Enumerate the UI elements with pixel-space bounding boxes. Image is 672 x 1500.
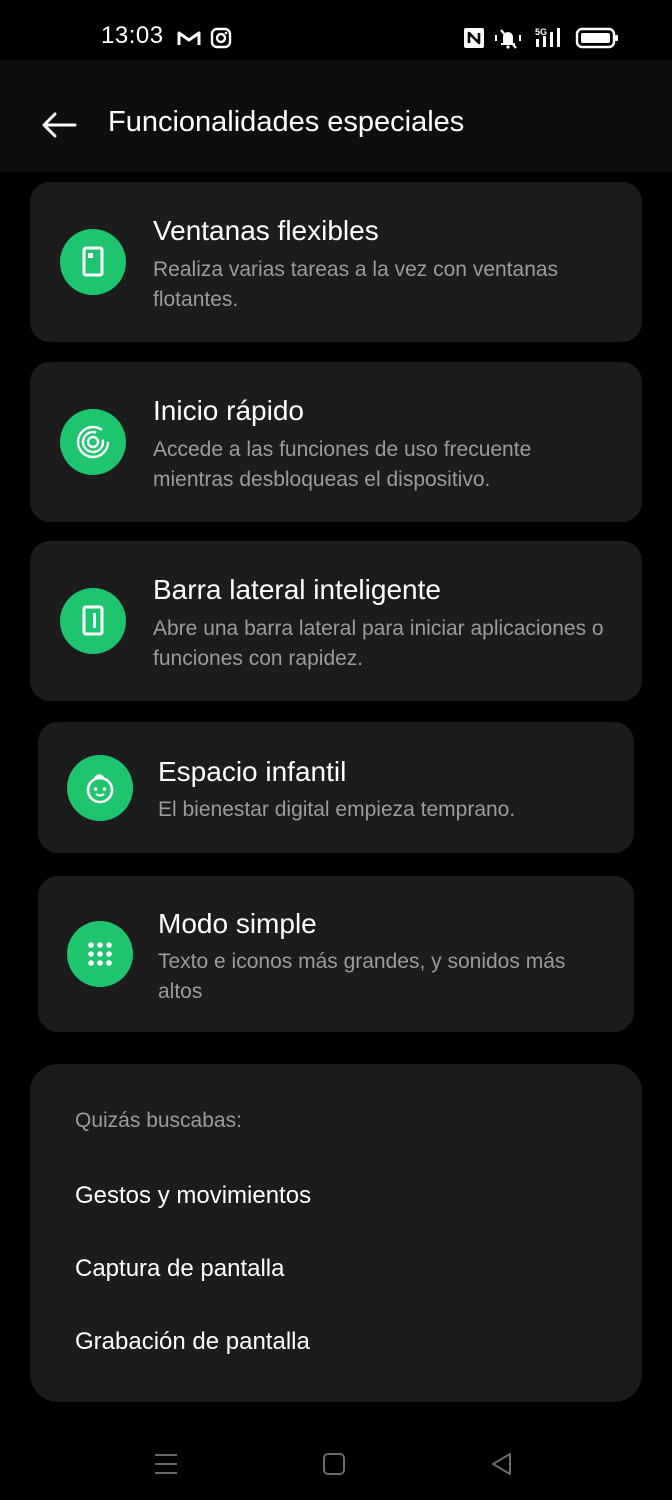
sidebar-icon bbox=[60, 588, 126, 654]
feature-desc-line: Abre una barra lateral para iniciar apli… bbox=[153, 617, 604, 640]
flexible-window-icon bbox=[60, 229, 126, 295]
feature-title: Inicio rápido bbox=[153, 395, 304, 426]
navigation-bar bbox=[0, 1420, 672, 1500]
feature-card-espacio-infantil[interactable]: Espacio infantil El bienestar digital em… bbox=[38, 722, 634, 853]
battery-icon bbox=[575, 27, 618, 49]
suggestions-header: Quizás buscabas: bbox=[75, 1109, 242, 1132]
svg-text:5G: 5G bbox=[535, 27, 547, 37]
instagram-icon bbox=[210, 27, 232, 49]
status-bar: 13:03 5G bbox=[0, 0, 672, 60]
page-title: Funcionalidades especiales bbox=[108, 106, 465, 138]
back-triangle-icon bbox=[492, 1453, 511, 1475]
screen: 13:03 5G Funcionalidades especiales Vent… bbox=[0, 0, 672, 1500]
vibrate-mute-icon bbox=[495, 29, 521, 49]
menu-icon bbox=[155, 1454, 177, 1474]
feature-card-ventanas-flexibles[interactable]: Ventanas flexibles Realiza varias tareas… bbox=[30, 182, 642, 342]
feature-desc-line: Texto e iconos más grandes, y sonidos má… bbox=[158, 950, 566, 973]
feature-card-modo-simple[interactable]: Modo simple Texto e iconos más grandes, … bbox=[38, 876, 634, 1032]
app-bar: Funcionalidades especiales bbox=[0, 60, 672, 172]
feature-card-inicio-rapido[interactable]: Inicio rápido Accede a las funciones de … bbox=[30, 362, 642, 522]
signal-5g-icon: 5G bbox=[535, 27, 560, 47]
grid-dots-icon bbox=[67, 921, 133, 987]
suggestions-card: Quizás buscabas: Gestos y movimientos Ca… bbox=[30, 1064, 642, 1402]
feature-desc-line: altos bbox=[158, 980, 203, 1003]
feature-title: Ventanas flexibles bbox=[153, 215, 379, 246]
feature-desc-line: funciones con rapidez. bbox=[153, 647, 364, 670]
recent-apps-button[interactable] bbox=[146, 1444, 186, 1484]
back-arrow-icon bbox=[42, 112, 77, 138]
feature-desc-line: Realiza varias tareas a la vez con venta… bbox=[153, 258, 559, 281]
feature-desc-line: El bienestar digital empieza temprano. bbox=[158, 798, 516, 821]
home-button[interactable] bbox=[314, 1444, 354, 1484]
feature-title: Modo simple bbox=[158, 908, 317, 939]
fingerprint-icon bbox=[60, 409, 126, 475]
suggestion-item-captura[interactable]: Captura de pantalla bbox=[75, 1255, 284, 1283]
feature-desc-line: mientras desbloqueas el dispositivo. bbox=[153, 468, 491, 491]
kid-face-icon bbox=[67, 755, 133, 821]
home-square-icon bbox=[323, 1453, 345, 1475]
nav-back-button[interactable] bbox=[482, 1444, 522, 1484]
feature-card-barra-lateral[interactable]: Barra lateral inteligente Abre una barra… bbox=[30, 541, 642, 701]
feature-desc-line: Accede a las funciones de uso frecuente bbox=[153, 438, 532, 461]
nfc-icon bbox=[464, 28, 484, 48]
status-time: 13:03 bbox=[101, 22, 164, 49]
suggestion-item-grabacion[interactable]: Grabación de pantalla bbox=[75, 1328, 310, 1356]
feature-title: Espacio infantil bbox=[158, 756, 347, 787]
feature-desc-line: flotantes. bbox=[153, 288, 239, 311]
gmail-icon bbox=[177, 31, 201, 45]
suggestion-item-gestos[interactable]: Gestos y movimientos bbox=[75, 1182, 311, 1210]
feature-title: Barra lateral inteligente bbox=[153, 574, 441, 605]
back-button[interactable] bbox=[38, 104, 80, 146]
